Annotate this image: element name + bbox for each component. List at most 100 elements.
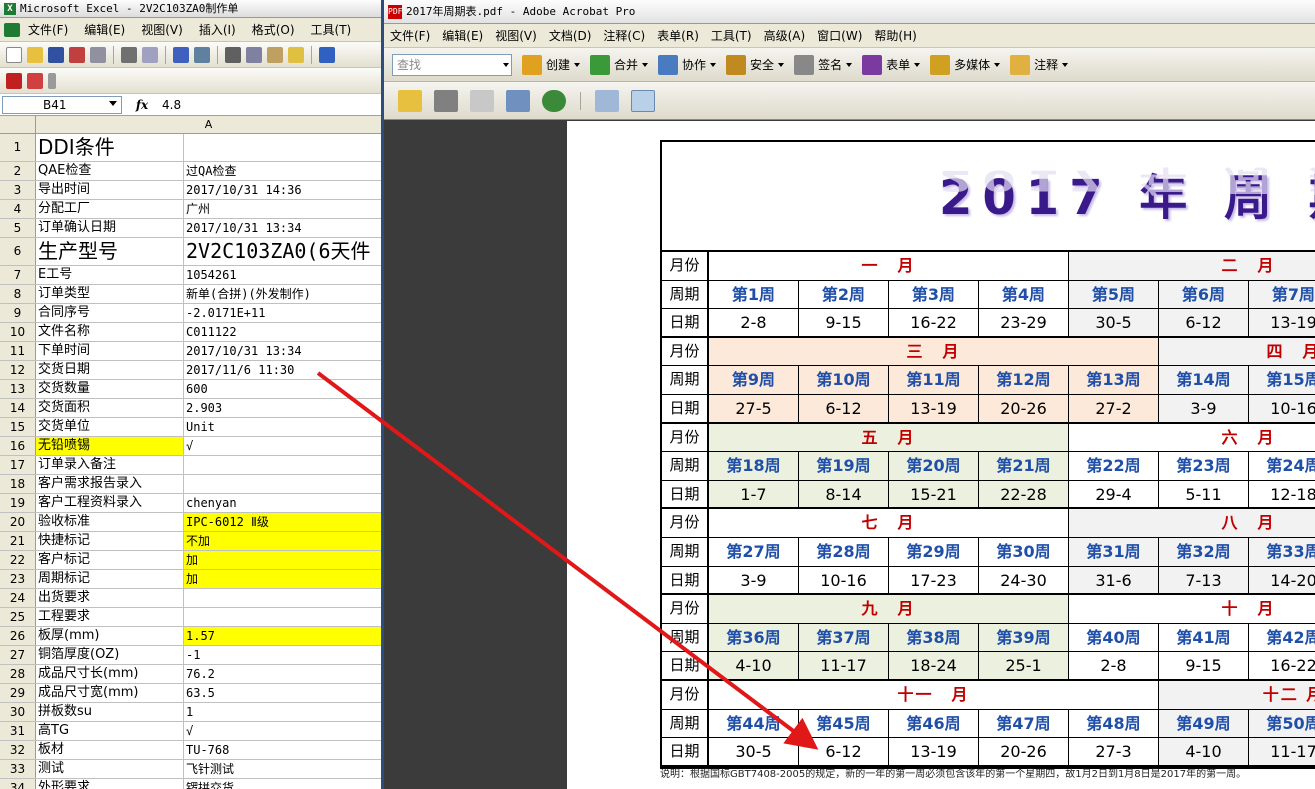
row-header[interactable]: 6 — [0, 238, 36, 265]
row-header[interactable]: 25 — [0, 608, 36, 626]
cell-b[interactable]: 2017/10/31 13:34 — [184, 342, 381, 360]
cell-b[interactable]: 2017/10/31 14:36 — [184, 181, 381, 199]
cell-b[interactable]: √ — [184, 437, 381, 455]
cell-a[interactable]: 成品尺寸宽(mm) — [36, 684, 184, 702]
chevron-down-icon[interactable] — [503, 62, 509, 67]
excel-menu-view[interactable]: 视图(V) — [133, 21, 191, 38]
cell-a[interactable]: 文件名称 — [36, 323, 184, 341]
acrobat-menu-item[interactable]: 编辑(E) — [436, 27, 489, 44]
acrobat-menu-item[interactable]: 帮助(H) — [868, 27, 922, 44]
cut-icon[interactable] — [225, 46, 241, 63]
row-header[interactable]: 21 — [0, 532, 36, 550]
cell-a[interactable]: 交货单位 — [36, 418, 184, 436]
row-header[interactable]: 31 — [0, 722, 36, 740]
pdf-email-icon[interactable] — [27, 72, 43, 89]
cell-b[interactable]: C011122 — [184, 323, 381, 341]
cell-b[interactable] — [184, 608, 381, 626]
cell-a[interactable]: 交货日期 — [36, 361, 184, 379]
cell-a[interactable]: 板材 — [36, 741, 184, 759]
row-header[interactable]: 13 — [0, 380, 36, 398]
cell-a[interactable]: 铜箔厚度(OZ) — [36, 646, 184, 664]
toolbar-options-icon[interactable] — [48, 72, 56, 89]
cell-a[interactable]: 生产型号 — [36, 238, 184, 265]
web-icon[interactable] — [542, 89, 566, 112]
save-icon[interactable] — [48, 46, 64, 63]
tool-button[interactable]: 合并 — [590, 54, 649, 75]
permission-icon[interactable] — [69, 46, 85, 63]
cell-b[interactable] — [184, 475, 381, 493]
cell-b[interactable]: 2V2C103ZA0(6天件 — [184, 238, 381, 265]
cell-a[interactable]: 分配工厂 — [36, 200, 184, 218]
fit-width-icon[interactable] — [595, 89, 619, 112]
row-header[interactable]: 20 — [0, 513, 36, 531]
formula-input[interactable]: 4.8 — [162, 98, 181, 112]
excel-menu-format[interactable]: 格式(O) — [244, 21, 303, 38]
spelling-icon[interactable] — [173, 46, 189, 63]
row-header[interactable]: 3 — [0, 181, 36, 199]
undo-icon[interactable] — [319, 46, 335, 63]
cell-b[interactable] — [184, 456, 381, 474]
cell-a[interactable]: 订单类型 — [36, 285, 184, 303]
cell-a[interactable]: 无铅喷锡 — [36, 437, 184, 455]
cell-a[interactable]: 快捷标记 — [36, 532, 184, 550]
row-header[interactable]: 16 — [0, 437, 36, 455]
cell-b[interactable]: IPC-6012 Ⅱ级 — [184, 513, 381, 531]
row-header[interactable]: 23 — [0, 570, 36, 588]
row-header[interactable]: 22 — [0, 551, 36, 569]
cell-a[interactable]: 高TG — [36, 722, 184, 740]
cell-a[interactable]: 出货要求 — [36, 589, 184, 607]
row-header[interactable]: 9 — [0, 304, 36, 322]
function-icon[interactable]: fx — [122, 98, 162, 112]
print-icon[interactable] — [121, 46, 137, 63]
paste-icon[interactable] — [267, 46, 283, 63]
row-header[interactable]: 4 — [0, 200, 36, 218]
cell-a[interactable]: 订单确认日期 — [36, 219, 184, 237]
row-header[interactable]: 29 — [0, 684, 36, 702]
format-painter-icon[interactable] — [288, 46, 304, 63]
cell-a[interactable]: QAE检查 — [36, 162, 184, 180]
row-header[interactable]: 7 — [0, 266, 36, 284]
tool-button[interactable]: 多媒体 — [930, 54, 1001, 75]
print-icon[interactable] — [434, 89, 458, 112]
acrobat-menu-item[interactable]: 文档(D) — [543, 27, 598, 44]
cell-a[interactable]: 订单录入备注 — [36, 456, 184, 474]
row-header[interactable]: 26 — [0, 627, 36, 645]
row-header[interactable]: 33 — [0, 760, 36, 778]
cell-a[interactable]: 工程要求 — [36, 608, 184, 626]
row-header[interactable]: 32 — [0, 741, 36, 759]
excel-menu-file[interactable]: 文件(F) — [20, 21, 76, 38]
cell-b[interactable]: 2017/10/31 13:34 — [184, 219, 381, 237]
research-icon[interactable] — [194, 46, 210, 63]
cell-a[interactable]: 周期标记 — [36, 570, 184, 588]
row-header[interactable]: 11 — [0, 342, 36, 360]
excel-menu-edit[interactable]: 编辑(E) — [76, 21, 133, 38]
cell-a[interactable]: E工号 — [36, 266, 184, 284]
cell-b[interactable]: 飞针测试 — [184, 760, 381, 778]
row-header[interactable]: 8 — [0, 285, 36, 303]
new-icon[interactable] — [6, 46, 22, 63]
email-icon[interactable] — [90, 46, 106, 63]
open-folder-icon[interactable] — [398, 89, 422, 112]
row-header[interactable]: 10 — [0, 323, 36, 341]
cell-b[interactable]: chenyan — [184, 494, 381, 512]
cell-b[interactable] — [184, 589, 381, 607]
name-box[interactable]: B41 — [2, 95, 122, 114]
row-header[interactable]: 15 — [0, 418, 36, 436]
cell-a[interactable]: 合同序号 — [36, 304, 184, 322]
tool-button[interactable]: 表单 — [862, 54, 921, 75]
tool-button[interactable]: 安全 — [726, 54, 785, 75]
row-header[interactable]: 17 — [0, 456, 36, 474]
cell-b[interactable]: -2.0171E+11 — [184, 304, 381, 322]
cell-a[interactable]: 客户工程资料录入 — [36, 494, 184, 512]
tool-button[interactable]: 注释 — [1010, 54, 1069, 75]
cell-b[interactable]: 63.5 — [184, 684, 381, 702]
row-header[interactable]: 1 — [0, 134, 36, 161]
cell-a[interactable]: 交货数量 — [36, 380, 184, 398]
row-header[interactable]: 2 — [0, 162, 36, 180]
acrobat-menu-item[interactable]: 文件(F) — [384, 27, 436, 44]
cell-b[interactable]: 2017/11/6 11:30 — [184, 361, 381, 379]
cell-a[interactable]: 测试 — [36, 760, 184, 778]
row-header[interactable]: 19 — [0, 494, 36, 512]
row-header[interactable]: 12 — [0, 361, 36, 379]
cell-b[interactable]: 600 — [184, 380, 381, 398]
